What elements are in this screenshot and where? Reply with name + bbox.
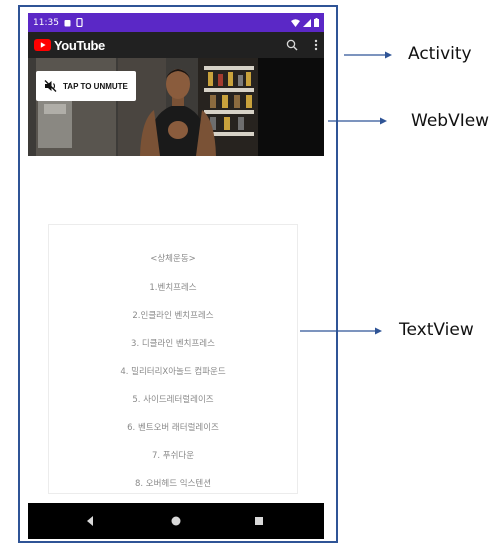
- textview-arrowhead: [375, 327, 382, 335]
- webview-arrowhead: [380, 117, 387, 125]
- annotation-arrows: [300, 51, 392, 335]
- activity-label: Activity: [408, 44, 472, 64]
- webview-label: WebVIew: [411, 111, 490, 131]
- textview-label: TextView: [399, 320, 474, 340]
- activity-arrowhead: [385, 51, 392, 59]
